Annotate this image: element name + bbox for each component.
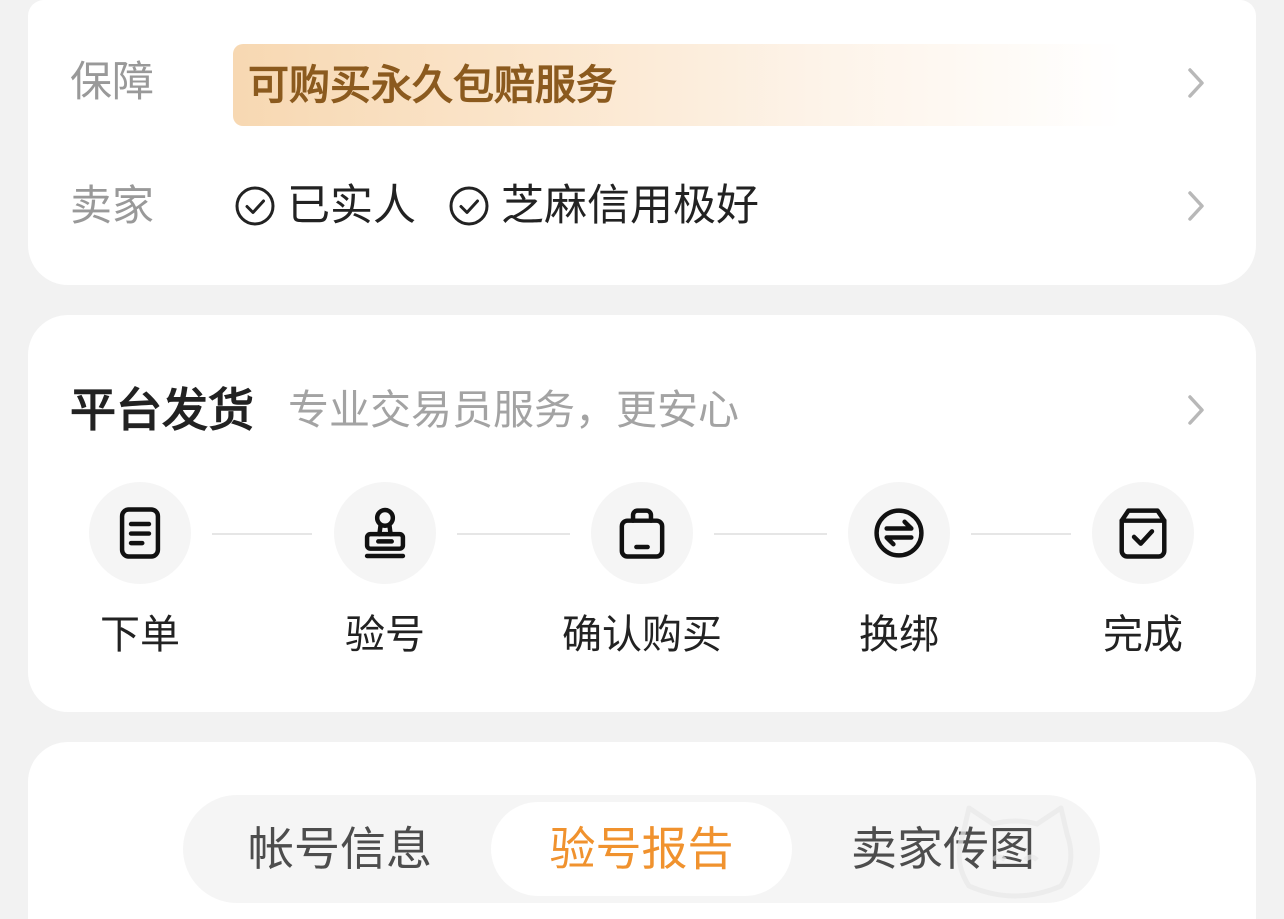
step-connector <box>457 533 570 535</box>
seller-badges: 已实人 芝麻信用极好 <box>234 181 791 231</box>
stamp-icon <box>357 505 413 561</box>
exchange-icon <box>871 505 927 561</box>
step-label: 验号 <box>345 612 425 658</box>
step-order <box>89 482 191 584</box>
tab-account-info[interactable]: 帐号信息 <box>190 802 490 896</box>
chevron-right-icon <box>1187 190 1205 222</box>
seller-badge-credit: 芝麻信用极好 <box>448 181 759 231</box>
chevron-right-icon <box>1187 394 1205 426</box>
step-label: 换绑 <box>859 612 939 658</box>
step-label: 下单 <box>100 612 180 658</box>
step-connector <box>971 533 1071 535</box>
guarantee-banner[interactable]: 可购买永久包赔服务 <box>233 44 1123 126</box>
tab-seller-images[interactable]: 卖家传图 <box>793 802 1093 896</box>
seller-badge-text: 芝麻信用极好 <box>501 181 759 231</box>
shopping-bag-icon <box>614 505 670 561</box>
guarantee-label: 保障 <box>70 57 155 106</box>
step-connector <box>212 533 312 535</box>
check-circle-icon <box>234 185 276 227</box>
document-icon <box>112 505 168 561</box>
detail-tabs-card: 帐号信息 验号报告 卖家传图 <box>28 742 1256 919</box>
seller-badge-text: 已实人 <box>287 181 416 231</box>
tab-verification-report[interactable]: 验号报告 <box>491 802 792 896</box>
platform-shipping-title: 平台发货 <box>70 383 254 437</box>
seller-label: 卖家 <box>70 181 155 230</box>
platform-shipping-subtitle: 专业交易员服务，更安心 <box>288 386 739 434</box>
platform-shipping-card: 平台发货 专业交易员服务，更安心 下单 验号 确认购买 换绑 完成 <box>28 315 1256 712</box>
step-rebind <box>848 482 950 584</box>
chevron-right-icon <box>1187 67 1205 99</box>
step-label: 确认购买 <box>562 612 722 658</box>
check-circle-icon <box>448 185 490 227</box>
detail-tab-bar: 帐号信息 验号报告 卖家传图 <box>183 795 1100 903</box>
seller-badge-verified: 已实人 <box>234 181 416 231</box>
step-complete <box>1092 482 1194 584</box>
step-confirm-purchase <box>591 482 693 584</box>
step-verify <box>334 482 436 584</box>
step-label: 完成 <box>1103 612 1183 658</box>
guarantee-card: 保障 可购买永久包赔服务 卖家 已实人 芝麻信用极好 <box>28 0 1256 285</box>
box-check-icon <box>1115 505 1171 561</box>
step-connector <box>714 533 827 535</box>
